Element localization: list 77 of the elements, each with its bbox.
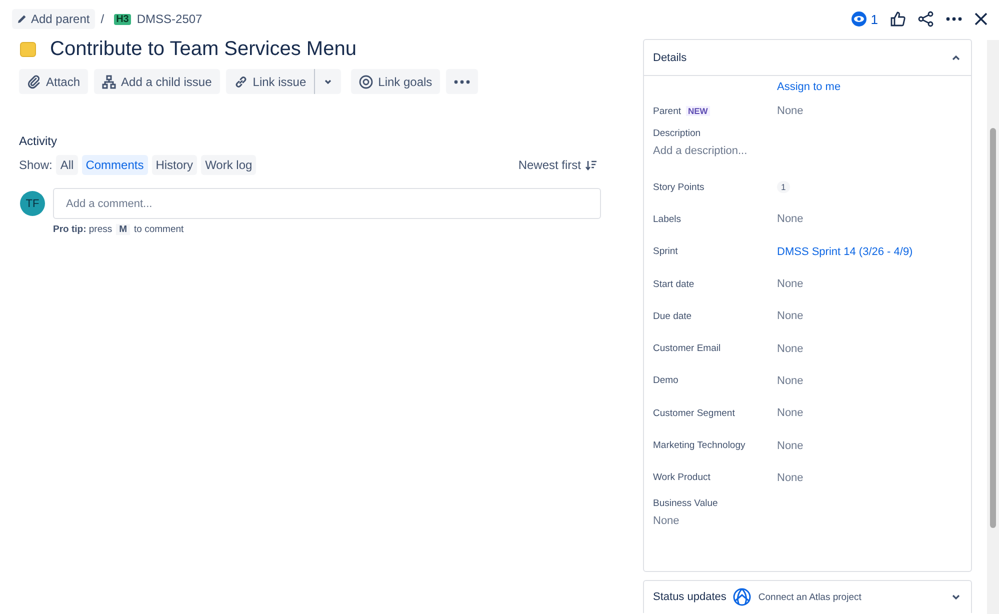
link-icon [234, 74, 248, 88]
new-badge: NEW [686, 106, 710, 116]
story-points-badge[interactable]: 1 [777, 181, 790, 194]
more-actions-button[interactable] [446, 69, 478, 94]
globe-icon [733, 588, 752, 606]
field-value[interactable]: None [777, 374, 804, 387]
field-label: Customer Email [653, 343, 721, 354]
more-button[interactable] [946, 17, 962, 21]
thumbs-up-icon [890, 11, 906, 27]
description-field[interactable]: Add a description... [653, 145, 962, 157]
expand-button[interactable] [951, 593, 961, 601]
activity-filter-tab[interactable]: Work log [201, 155, 256, 175]
sort-button[interactable]: Newest first [512, 157, 603, 173]
user-avatar: TF [20, 191, 45, 216]
pencil-icon [17, 14, 27, 24]
sprint-link[interactable]: DMSS Sprint 14 (3/26 - 4/9) [777, 246, 913, 258]
show-label: Show: [19, 158, 52, 172]
like-button[interactable] [890, 11, 906, 27]
field-label: Work Product [653, 472, 710, 484]
link-goals-button[interactable]: Link goals [351, 69, 440, 94]
close-button[interactable] [974, 12, 988, 26]
issue-title[interactable]: Contribute to Team Services Menu [50, 38, 356, 61]
story-type-icon [20, 42, 36, 57]
sort-icon [585, 160, 597, 170]
field-label: Sprint [653, 246, 678, 258]
details-heading: Details [653, 52, 687, 64]
chevron-up-icon [951, 54, 961, 62]
close-icon [974, 12, 988, 26]
scrollbar-thumb[interactable] [990, 128, 996, 528]
field-value[interactable]: None [777, 278, 804, 290]
share-icon [918, 11, 934, 27]
target-icon [359, 74, 374, 88]
assign-to-me-link[interactable]: Assign to me [777, 78, 962, 96]
field-label: Description [653, 128, 701, 139]
field-value[interactable]: None [777, 472, 804, 484]
field-label: Business Value [653, 498, 718, 509]
field-label: Labels [653, 214, 681, 225]
keyboard-key: M [116, 224, 130, 235]
activity-filter-tab[interactable]: All [56, 155, 78, 175]
field-value[interactable]: None [777, 105, 804, 117]
share-button[interactable] [918, 11, 934, 27]
attach-button[interactable]: Attach [19, 69, 88, 94]
field-label: Start date [653, 278, 694, 290]
link-issue-button[interactable]: Link issue [226, 69, 316, 94]
pro-tip-text: Pro tip: press [53, 224, 112, 235]
field-value[interactable]: None [777, 407, 804, 420]
comment-input[interactable]: Add a comment... [53, 188, 601, 219]
chevron-down-icon [951, 593, 961, 601]
field-value[interactable]: None [777, 310, 804, 322]
field-label: Parent [653, 106, 681, 116]
add-child-issue-button[interactable]: Add a child issue [94, 69, 220, 94]
issue-type-badge: H3 [114, 14, 131, 24]
status-updates-heading: Status updates [653, 591, 726, 603]
collapse-button[interactable] [951, 54, 961, 62]
pro-tip-text: to comment [134, 224, 184, 235]
field-label: Marketing Technology [653, 440, 746, 452]
connect-atlas-link[interactable]: Connect an Atlas project [758, 592, 862, 602]
field-label: Story Points [653, 182, 704, 193]
field-value[interactable]: None [777, 440, 804, 452]
activity-filter-tab[interactable]: History [152, 155, 198, 175]
activity-heading: Activity [19, 134, 58, 148]
add-parent-button[interactable]: Add parent [12, 9, 95, 29]
field-value[interactable]: None [653, 514, 962, 527]
breadcrumb-separator: / [100, 12, 104, 26]
field-label: Due date [653, 310, 692, 322]
field-label: Customer Segment [653, 408, 735, 419]
more-icon [454, 80, 470, 84]
paperclip-icon [27, 74, 41, 88]
activity-filter-tab[interactable]: Comments [82, 155, 148, 175]
issue-key-link[interactable]: DMSS-2507 [136, 12, 202, 26]
eye-icon [850, 11, 867, 27]
field-value[interactable]: None [777, 213, 804, 226]
field-label: Demo [653, 375, 678, 386]
field-value[interactable]: None [777, 342, 804, 355]
more-icon [946, 17, 962, 21]
watch-button[interactable]: 1 [850, 11, 878, 27]
hierarchy-icon [102, 74, 116, 88]
